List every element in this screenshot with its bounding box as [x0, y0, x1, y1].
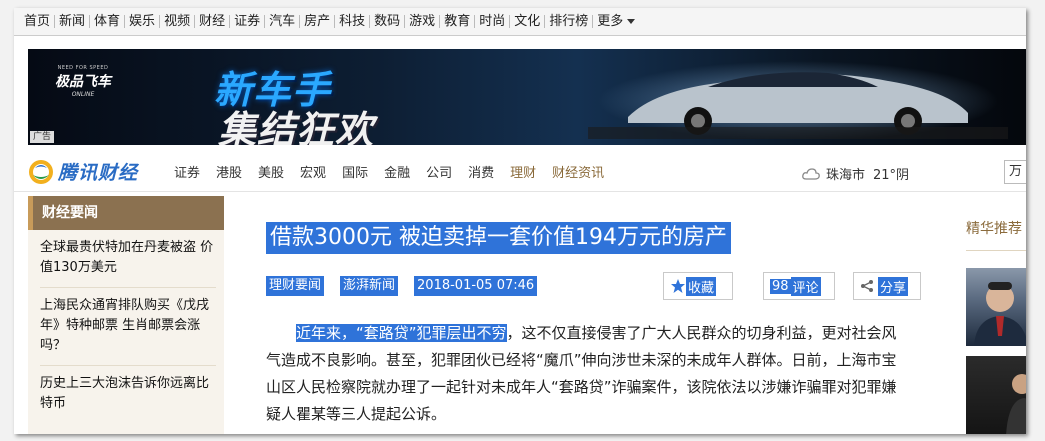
- nav-item-digital[interactable]: 数码: [370, 8, 404, 36]
- recommended-panel: 精华推荐: [966, 196, 1026, 434]
- nav-item-auto[interactable]: 汽车: [265, 8, 299, 36]
- sidebar-news-item[interactable]: 全球最贵伏特加在丹麦被盗 价值130万美元: [40, 230, 216, 288]
- nav-item-news[interactable]: 新闻: [55, 8, 89, 36]
- channel-finance-info[interactable]: 财经资讯: [552, 162, 604, 181]
- article-source[interactable]: 澎湃新闻: [340, 276, 399, 296]
- channel-consumption[interactable]: 消费: [468, 162, 494, 181]
- brand-name: 腾讯财经: [58, 162, 139, 184]
- channel-stocks[interactable]: 证券: [174, 162, 200, 181]
- top-navigation: 首页 新闻 体育 娱乐 视频 财经 证券 汽车 房产 科技 数码 游戏 教育 时…: [14, 8, 1026, 36]
- weather-temperature: 21°阴: [873, 168, 910, 183]
- share-label: 分享: [878, 276, 909, 296]
- nav-more-dropdown[interactable]: 更多: [593, 8, 639, 36]
- recommended-title: 精华推荐: [966, 218, 1026, 251]
- finance-news-sidebar: 财经要闻 全球最贵伏特加在丹麦被盗 价值130万美元 上海民众通宵排队购买《戊戌…: [28, 196, 224, 434]
- nav-item-entertainment[interactable]: 娱乐: [125, 8, 159, 36]
- nav-item-ranking[interactable]: 排行榜: [545, 8, 592, 36]
- channel-navigation: 腾讯财经 证券 港股 美股 宏观 国际 金融 公司 消费 理财 财经资讯 珠海市…: [14, 150, 1026, 192]
- channel-banking[interactable]: 金融: [384, 162, 410, 181]
- browser-viewport: 首页 新闻 体育 娱乐 视频 财经 证券 汽车 房产 科技 数码 游戏 教育 时…: [14, 8, 1026, 434]
- game-logo-main: 极品飞车: [55, 74, 111, 90]
- article-category[interactable]: 理财要闻: [266, 276, 325, 296]
- nav-item-tech[interactable]: 科技: [335, 8, 369, 36]
- article-datetime: 2018-01-05 07:46: [414, 276, 538, 296]
- nav-item-home[interactable]: 首页: [20, 8, 54, 36]
- article-meta: 理财要闻 澎湃新闻 2018-01-05 07:46: [266, 276, 553, 296]
- nav-item-finance[interactable]: 财经: [195, 8, 229, 36]
- channel-international[interactable]: 国际: [342, 162, 368, 181]
- comment-label: 评论: [790, 276, 821, 296]
- body-highlighted-text: 近年来，“套路贷”犯罪层出不穷: [296, 324, 507, 342]
- channel-us-stocks[interactable]: 美股: [258, 162, 284, 181]
- channel-list: 证券 港股 美股 宏观 国际 金融 公司 消费 理财 财经资讯: [174, 150, 620, 192]
- article-title: 借款3000元 被迫卖掉一套价值194万元的房产: [266, 222, 731, 254]
- sidebar-news-list: 全球最贵伏特加在丹麦被盗 价值130万美元 上海民众通宵排队购买《戊戌年》特种邮…: [28, 230, 224, 434]
- channel-wealth[interactable]: 理财: [510, 162, 536, 181]
- nav-item-fashion[interactable]: 时尚: [475, 8, 509, 36]
- nav-item-sports[interactable]: 体育: [90, 8, 124, 36]
- star-icon: [671, 279, 685, 293]
- share-button[interactable]: 分享: [853, 272, 921, 300]
- comment-count: 98: [770, 278, 791, 294]
- sidebar-news-item[interactable]: 上海民众通宵排队购买《戊戌年》特种邮票 生肖邮票会涨吗？: [40, 288, 216, 366]
- game-logo: NEED FOR SPEED 极品飞车 ONLINE: [50, 65, 116, 99]
- search-input[interactable]: 万: [1004, 160, 1026, 184]
- tencent-logo-icon: [29, 159, 53, 184]
- share-icon: [861, 280, 873, 292]
- banner-ad[interactable]: NEED FOR SPEED 极品飞车 ONLINE 新车手 集结狂欢 广告: [28, 49, 1026, 145]
- article-body: 近年来，“套路贷”犯罪层出不穷，这不仅直接侵害了广大人民群众的切身利益，更对社会…: [266, 320, 904, 428]
- channel-hk-stocks[interactable]: 港股: [216, 162, 242, 181]
- favorite-label: 收藏: [686, 276, 717, 296]
- site-logo[interactable]: 腾讯财经: [28, 158, 138, 185]
- weather-city: 珠海市: [826, 168, 866, 183]
- nav-item-video[interactable]: 视频: [160, 8, 194, 36]
- sports-car-image: [588, 61, 1008, 139]
- channel-companies[interactable]: 公司: [426, 162, 452, 181]
- person-image: [974, 282, 1026, 346]
- nav-item-stocks[interactable]: 证券: [230, 8, 264, 36]
- ad-label: 广告: [30, 131, 55, 143]
- cloud-icon: [802, 167, 820, 180]
- sidebar-news-item[interactable]: 历史上三大泡沫告诉你远离比特币: [40, 366, 216, 423]
- favorite-button[interactable]: 收藏: [663, 272, 733, 300]
- game-logo-sub: ONLINE: [71, 91, 95, 98]
- person-image: [1006, 374, 1026, 434]
- recommended-photo[interactable]: [966, 268, 1026, 346]
- nav-item-education[interactable]: 教育: [440, 8, 474, 36]
- weather-widget[interactable]: 珠海市 21°阴: [802, 164, 909, 183]
- banner-headline-2: 集结狂欢: [218, 108, 375, 145]
- nav-item-house[interactable]: 房产: [300, 8, 334, 36]
- channel-macro[interactable]: 宏观: [300, 162, 326, 181]
- sidebar-title: 财经要闻: [28, 196, 224, 230]
- comment-button[interactable]: 98 评论: [763, 272, 835, 300]
- nav-item-culture[interactable]: 文化: [510, 8, 544, 36]
- nav-item-games[interactable]: 游戏: [405, 8, 439, 36]
- recommended-photo[interactable]: [966, 356, 1026, 434]
